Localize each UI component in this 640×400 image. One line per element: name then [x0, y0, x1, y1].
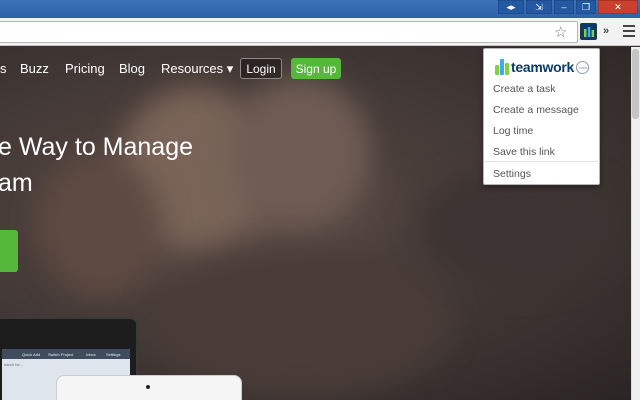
browser-menu-icon[interactable] [623, 25, 635, 37]
laptop-toolbar-item: Quick Add [22, 352, 41, 357]
popup-item-log-time[interactable]: Log time [493, 125, 533, 137]
address-bar[interactable]: ☆ [0, 21, 578, 43]
window-exit-fullscreen-button[interactable]: ⇲ [526, 0, 552, 14]
hero-headline-line1: e Way to Manage [0, 133, 193, 162]
teamwork-extension-icon [583, 26, 594, 37]
teamwork-logo: teamwork .com [495, 57, 589, 77]
popup-item-settings[interactable]: Settings [493, 168, 531, 180]
close-window-button[interactable]: ✕ [598, 0, 638, 14]
hero-headline-bold: e [0, 133, 12, 161]
minimize-button[interactable]: – [554, 0, 574, 14]
laptop-toolbar-item: Switch Project [48, 352, 74, 357]
nav-item-partial[interactable]: s [0, 61, 7, 76]
teamwork-logo-icon [495, 59, 509, 75]
window-switch-button[interactable]: ◂▸ [498, 0, 524, 14]
hero-headline-rest: Way to Manage [11, 133, 194, 161]
signup-button[interactable]: Sign up [291, 58, 341, 79]
teamwork-brand-text: teamwork [511, 59, 574, 75]
laptop-app-toolbar: Quick Add Switch Project Inbox Settings [2, 349, 130, 359]
nav-item-buzz[interactable]: Buzz [20, 61, 49, 76]
laptop-toolbar-item: Settings [106, 352, 121, 357]
teamwork-extension-popup: teamwork .com Create a task Create a mes… [483, 48, 600, 185]
nav-item-pricing[interactable]: Pricing [65, 61, 105, 76]
tablet-mockup [56, 375, 242, 400]
background-photo-shape [230, 77, 370, 227]
hero-headline-line2: am [0, 169, 33, 197]
popup-divider [485, 161, 600, 162]
popup-item-save-link[interactable]: Save this link [493, 146, 555, 158]
background-photo-shape [40, 157, 160, 297]
laptop-search-text: earch for... [4, 362, 23, 367]
laptop-toolbar-item: Inbox [86, 352, 96, 357]
browser-toolbar: ☆ [0, 18, 640, 46]
popup-item-create-task[interactable]: Create a task [493, 83, 555, 95]
teamwork-brand-suffix: .com [575, 60, 589, 74]
teamwork-extension-button[interactable] [580, 23, 597, 40]
page-scrollbar-thumb[interactable] [632, 49, 639, 119]
window-titlebar: ◂▸ ⇲ – ❐ ✕ [0, 0, 640, 18]
popup-item-create-message[interactable]: Create a message [493, 104, 579, 116]
tablet-camera-dot [146, 385, 150, 389]
login-button[interactable]: Login [240, 58, 282, 79]
bookmark-star-icon[interactable]: ☆ [554, 25, 567, 41]
background-photo-shape [420, 167, 620, 287]
nav-item-resources[interactable]: Resources ▾ [161, 61, 233, 77]
extensions-overflow-icon[interactable]: » [603, 25, 609, 37]
hero-cta-button[interactable] [0, 230, 18, 272]
nav-item-blog[interactable]: Blog [119, 61, 145, 76]
window-controls: ◂▸ ⇲ – ❐ ✕ [498, 0, 638, 14]
restore-button[interactable]: ❐ [576, 0, 596, 14]
